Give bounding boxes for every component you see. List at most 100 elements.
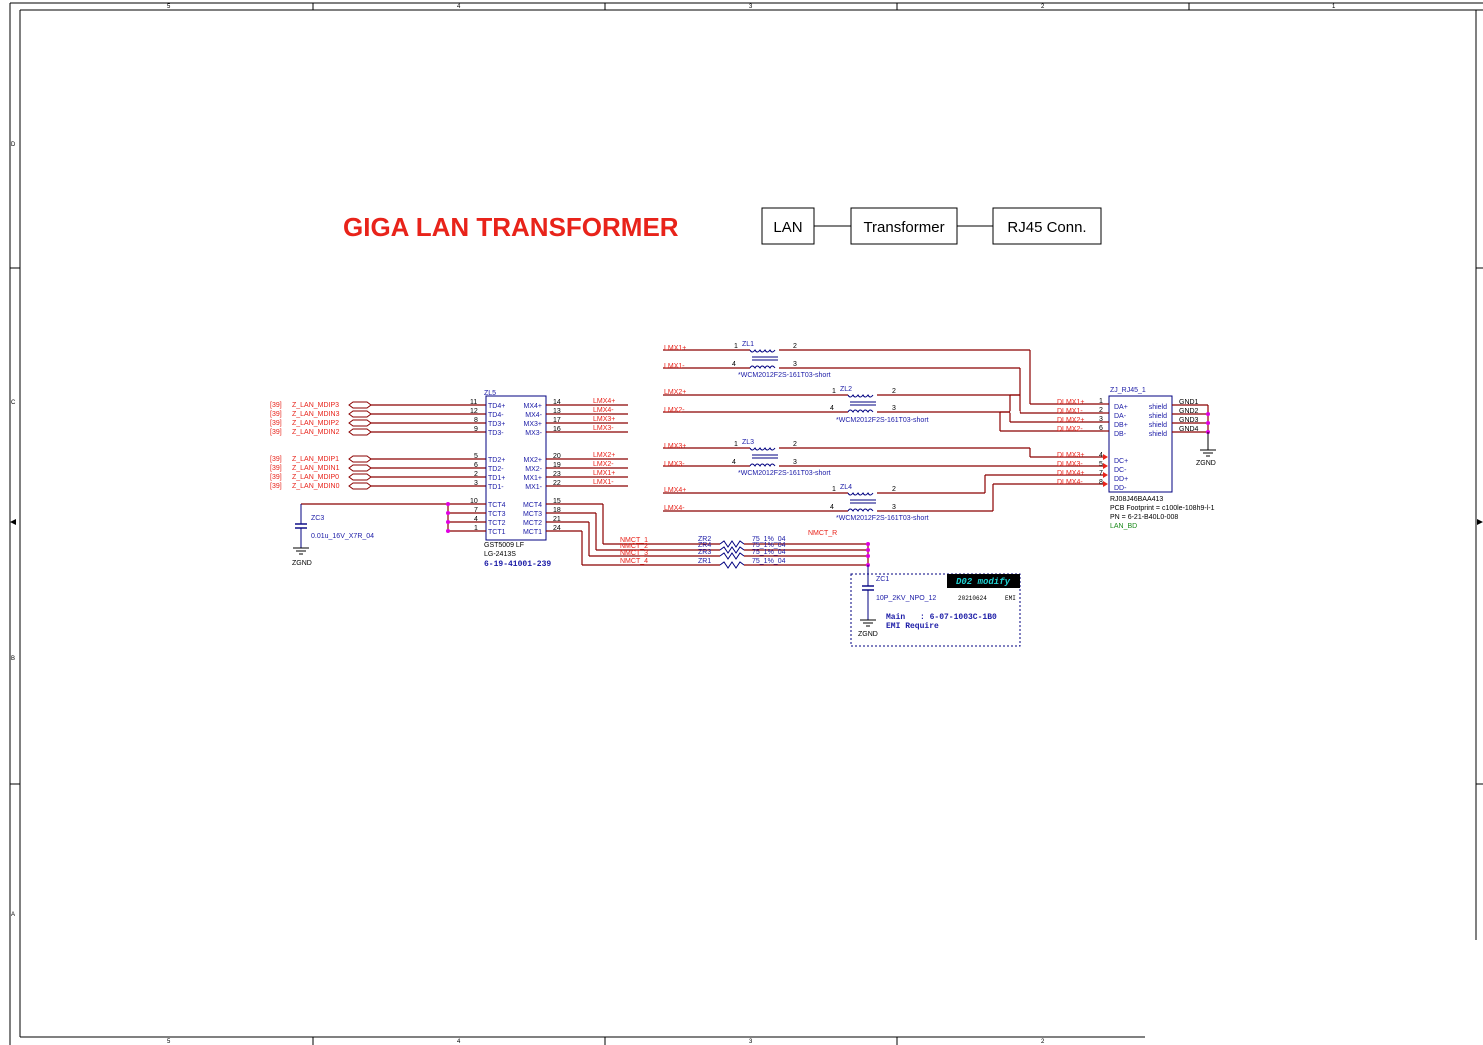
zc3-capacitor: ZC3 0.01u_16V_X7R_04 ZGND	[292, 502, 486, 567]
svg-text:MCT2: MCT2	[523, 520, 542, 527]
mdi-port: [39] Z_LAN_MDIP3	[270, 402, 339, 409]
svg-text:TCT2: TCT2	[488, 520, 506, 527]
svg-text:TD3+: TD3+	[488, 421, 505, 428]
mct-routing: NMCT_1 NMCT_2 NMCT_3 NMCT_4	[546, 503, 720, 566]
svg-text:2: 2	[892, 388, 896, 395]
svg-text:4: 4	[732, 459, 736, 466]
svg-text:shield: shield	[1149, 413, 1167, 420]
svg-text:MX3+: MX3+	[524, 421, 542, 428]
svg-text:ZR4: ZR4	[698, 542, 711, 549]
svg-text:DD+: DD+	[1114, 476, 1128, 483]
svg-text:TD1+: TD1+	[488, 475, 505, 482]
modify-tag: D02 modify	[956, 577, 1011, 587]
mdi-ports: [39] Z_LAN_MDIP3 [39] Z_LAN_MDIN3 [39] Z…	[270, 401, 486, 490]
zc1-value: 10P_2KV_NPO_12	[876, 595, 936, 602]
svg-text:DA-: DA-	[1114, 413, 1127, 420]
svg-text:shield: shield	[1149, 431, 1167, 438]
svg-text:TD3-: TD3-	[488, 430, 504, 437]
svg-text:3: 3	[892, 504, 896, 511]
zc3-value: 0.01u_16V_X7R_04	[311, 533, 374, 540]
svg-text:Z_LAN_MDIP1: Z_LAN_MDIP1	[292, 456, 339, 463]
svg-text:3: 3	[474, 480, 478, 487]
svg-text:ZL3: ZL3	[742, 439, 754, 446]
page-title: GIGA LAN TRANSFORMER	[343, 212, 679, 242]
svg-text:MX1+: MX1+	[524, 475, 542, 482]
svg-text:[39]: [39]	[270, 402, 282, 409]
svg-text:Z_LAN_MDIN3: Z_LAN_MDIN3	[292, 411, 340, 418]
row-label: B	[11, 656, 15, 662]
modify-dept: EMI	[1005, 595, 1016, 602]
svg-text:MCT4: MCT4	[523, 502, 542, 509]
svg-text:6: 6	[1099, 425, 1103, 432]
svg-text:11: 11	[470, 399, 477, 406]
svg-text:4: 4	[1099, 452, 1103, 459]
svg-text:DLMX4+: DLMX4+	[1057, 470, 1084, 477]
svg-text:DB-: DB-	[1114, 431, 1127, 438]
mdi-port: [39] Z_LAN_MDIP1	[270, 456, 339, 463]
svg-text:*WCM2012F2S-161T03-short: *WCM2012F2S-161T03-short	[836, 417, 929, 424]
svg-text:1: 1	[1099, 398, 1103, 405]
svg-text:TD1-: TD1-	[488, 484, 504, 491]
block-transformer: Transformer	[863, 219, 944, 236]
zl5-ref: ZL5	[484, 390, 496, 397]
svg-text:*WCM2012F2S-161T03-short: *WCM2012F2S-161T03-short	[836, 515, 929, 522]
svg-text:MCT3: MCT3	[523, 511, 542, 518]
svg-text:3: 3	[793, 459, 797, 466]
modify-main-pn: : 6-07-1003C-1B0	[920, 613, 997, 622]
zc1-gnd: ZGND	[858, 631, 878, 638]
svg-text:[39]: [39]	[270, 420, 282, 427]
svg-text:Z_LAN_MDIN1: Z_LAN_MDIN1	[292, 465, 340, 472]
svg-text:DD-: DD-	[1114, 485, 1127, 492]
svg-text:LMX1-: LMX1-	[593, 479, 614, 486]
col-label: 4	[457, 1039, 461, 1045]
svg-text:Z_LAN_MDIN2: Z_LAN_MDIN2	[292, 429, 340, 436]
svg-text:MX4+: MX4+	[524, 403, 542, 410]
svg-text:ZR1: ZR1	[698, 558, 711, 565]
svg-text:LMX3+: LMX3+	[593, 416, 615, 423]
svg-text:DC+: DC+	[1114, 458, 1128, 465]
svg-text:Z_LAN_MDIP3: Z_LAN_MDIP3	[292, 402, 339, 409]
svg-text:ZL2: ZL2	[840, 386, 852, 393]
svg-text:LMX3+: LMX3+	[664, 443, 686, 450]
svg-text:5: 5	[1099, 461, 1103, 468]
svg-text:ZR3: ZR3	[698, 549, 711, 556]
svg-text:GND2: GND2	[1179, 408, 1199, 415]
rj45-connector: ZJ_RJ45_1 DLMX1+ DLMX1- DLMX2+ DLMX2- DL…	[1057, 387, 1216, 530]
svg-text:LMX1-: LMX1-	[664, 363, 685, 370]
svg-text:3: 3	[1099, 416, 1103, 423]
zl5-pn: 6-19-41001-239	[484, 560, 551, 569]
svg-text:MCT1: MCT1	[523, 529, 542, 536]
sheet-border	[9, 2, 1483, 1045]
col-label: 5	[167, 1039, 171, 1045]
svg-text:shield: shield	[1149, 404, 1167, 411]
svg-text:[39]: [39]	[270, 429, 282, 436]
mdi-port: [39] Z_LAN_MDIP0	[270, 474, 339, 481]
svg-text:DLMX4-: DLMX4-	[1057, 479, 1083, 486]
nmct-r-net: NMCT_R	[808, 530, 837, 537]
col-label: 4	[457, 4, 461, 10]
svg-text:75_1%_04: 75_1%_04	[752, 542, 786, 549]
choke-zl3: ZL3 LMX3+ LMX3- 1 4 2 3 *WCM2012F2S-161T…	[663, 439, 1103, 477]
col-label: 3	[749, 1039, 753, 1045]
svg-text:DLMX2-: DLMX2-	[1057, 426, 1083, 433]
svg-text:1: 1	[832, 388, 836, 395]
mdi-port: [39] Z_LAN_MDIN2	[270, 429, 340, 436]
svg-text:12: 12	[470, 408, 478, 415]
svg-text:MX3-: MX3-	[525, 430, 542, 437]
svg-text:2: 2	[474, 471, 478, 478]
svg-text:3: 3	[892, 405, 896, 412]
col-label: 2	[1041, 1039, 1045, 1045]
svg-text:Z_LAN_MDIP0: Z_LAN_MDIP0	[292, 474, 339, 481]
svg-text:[39]: [39]	[270, 483, 282, 490]
svg-text:*WCM2012F2S-161T03-short: *WCM2012F2S-161T03-short	[738, 470, 831, 477]
modify-main: Main	[886, 613, 905, 622]
svg-text:7: 7	[1099, 470, 1103, 477]
row-label: D	[11, 142, 16, 148]
svg-text:TCT1: TCT1	[488, 529, 506, 536]
mdi-port: [39] Z_LAN_MDIN0	[270, 483, 340, 490]
svg-text:9: 9	[474, 426, 478, 433]
row-label: C	[11, 400, 16, 406]
modify-date: 20210624	[958, 595, 987, 602]
zl5-alt-part: LG-2413S	[484, 551, 516, 558]
svg-text:Z_LAN_MDIP2: Z_LAN_MDIP2	[292, 420, 339, 427]
